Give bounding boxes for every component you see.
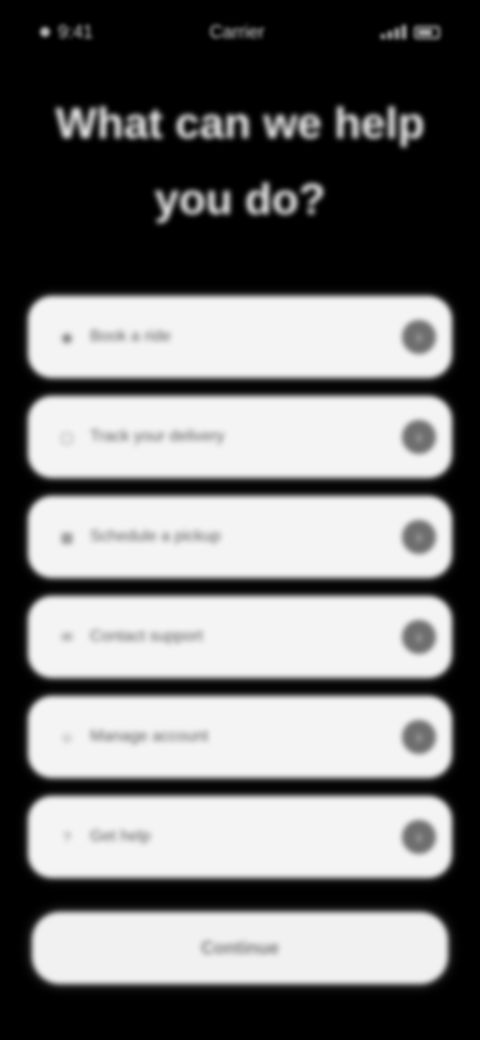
page-title: What can we help you do? (0, 86, 480, 238)
chevron-right-icon[interactable]: › (402, 820, 436, 854)
signal-icon (381, 25, 406, 39)
option-label: Contact support (90, 628, 203, 645)
car-icon: ◉ (60, 328, 74, 345)
chevron-right-icon[interactable]: › (402, 320, 436, 354)
status-bar: 9:41 Carrier (0, 0, 480, 64)
option-label: Book a ride (90, 328, 171, 345)
page-title-line-1: What can we help (55, 99, 425, 148)
option-label: Get help (90, 828, 151, 845)
page-title-line-2: you do? (154, 175, 326, 224)
option-item[interactable]: ✉ Contact support › (28, 596, 452, 678)
chevron-right-icon[interactable]: › (402, 720, 436, 754)
option-item[interactable]: ▦ Schedule a pickup › (28, 496, 452, 578)
option-item[interactable]: ▢ Track your delivery › (28, 396, 452, 478)
package-icon: ▢ (60, 428, 74, 445)
user-icon: ☺ (59, 729, 75, 745)
status-dot-icon (40, 27, 50, 37)
status-left: 9:41 (40, 22, 93, 43)
status-right (381, 25, 440, 39)
chat-icon: ✉ (61, 628, 73, 645)
option-label: Schedule a pickup (90, 528, 221, 545)
status-time: 9:41 (58, 21, 94, 42)
status-carrier: Carrier (209, 21, 265, 42)
option-item[interactable]: ? Get help › (28, 796, 452, 878)
battery-icon (414, 25, 440, 39)
calendar-icon: ▦ (60, 528, 74, 545)
options-list: ◉ Book a ride › ▢ Track your delivery › … (28, 296, 452, 878)
option-item[interactable]: ◉ Book a ride › (28, 296, 452, 378)
help-icon: ? (63, 829, 71, 845)
chevron-right-icon[interactable]: › (402, 520, 436, 554)
chevron-right-icon[interactable]: › (402, 620, 436, 654)
option-label: Track your delivery (90, 428, 225, 445)
chevron-right-icon[interactable]: › (402, 420, 436, 454)
continue-button[interactable]: Continue (32, 912, 448, 984)
option-label: Manage account (90, 728, 209, 745)
option-item[interactable]: ☺ Manage account › (28, 696, 452, 778)
